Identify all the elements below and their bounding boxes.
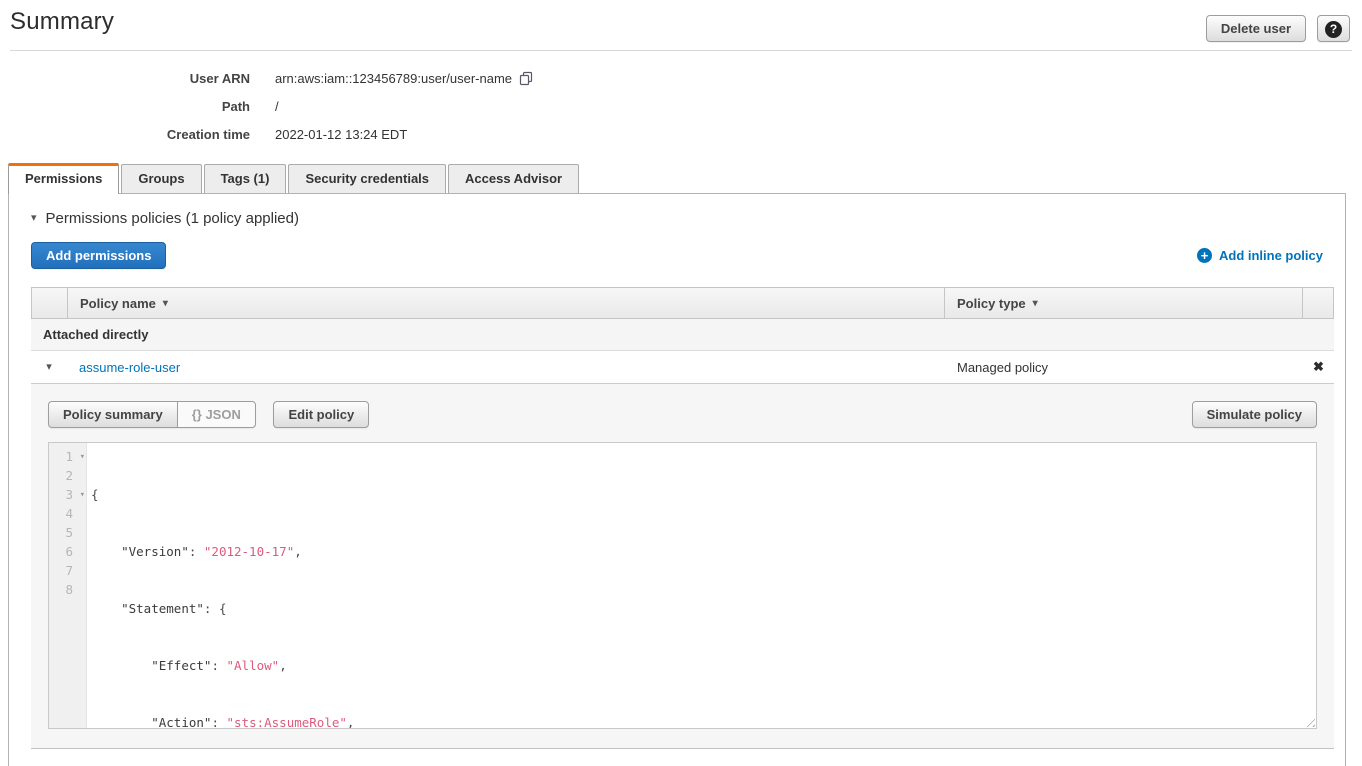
- tab-groups[interactable]: Groups: [121, 164, 201, 193]
- policy-table-row: ▾ assume-role-user Managed policy ✖: [31, 351, 1334, 383]
- remove-policy-button[interactable]: ✖: [1303, 351, 1334, 383]
- section-title: Permissions policies (1 policy applied): [46, 210, 299, 227]
- creation-time-label: Creation time: [0, 127, 250, 142]
- editor-code-area[interactable]: { "Version": "2012-10-17", "Statement": …: [87, 443, 1316, 728]
- plus-icon: +: [1197, 248, 1212, 263]
- add-permissions-button[interactable]: Add permissions: [31, 242, 166, 269]
- fold-caret-icon[interactable]: ▾: [80, 448, 85, 467]
- sort-caret-icon: ▾: [163, 298, 168, 309]
- add-inline-policy-link[interactable]: + Add inline policy: [1197, 248, 1323, 263]
- tab-security-credentials[interactable]: Security credentials: [288, 164, 446, 193]
- policy-detail-panel: Policy summary {} JSON Edit policy Simul…: [31, 383, 1334, 749]
- edit-policy-button[interactable]: Edit policy: [273, 401, 369, 428]
- delete-user-button[interactable]: Delete user: [1206, 15, 1306, 42]
- sort-caret-icon: ▾: [1033, 298, 1038, 309]
- user-info: User ARN arn:aws:iam::123456789:user/use…: [0, 64, 1362, 148]
- permissions-toolbar: Add permissions + Add inline policy: [9, 242, 1345, 269]
- user-arn-value: arn:aws:iam::123456789:user/user-name: [275, 71, 512, 86]
- info-row-path: Path /: [0, 92, 1362, 120]
- policy-type-header[interactable]: Policy type ▾: [944, 288, 1302, 318]
- help-button[interactable]: ?: [1317, 15, 1350, 42]
- help-icon: ?: [1325, 21, 1342, 38]
- policy-type-cell: Managed policy: [945, 351, 1303, 383]
- table-header-row: Policy name ▾ Policy type ▾: [31, 287, 1334, 319]
- code-line: {: [91, 485, 1316, 504]
- permissions-panel: ▾ Permissions policies (1 policy applied…: [8, 194, 1346, 766]
- row-expander[interactable]: ▾: [31, 351, 67, 383]
- tabstrip: Permissions Groups Tags (1) Security cre…: [8, 163, 1346, 194]
- tab-permissions[interactable]: Permissions: [8, 163, 119, 194]
- page-title: Summary: [10, 8, 114, 36]
- info-row-creation-time: Creation time 2022-01-12 13:24 EDT: [0, 120, 1362, 148]
- remove-header-cell: [1302, 288, 1333, 318]
- editor-gutter: 1▾ 2 3▾ 4 5 6 7 8: [49, 443, 87, 728]
- code-line: "Statement": {: [91, 599, 1316, 618]
- path-label: Path: [0, 99, 250, 114]
- policy-detail-toolbar: Policy summary {} JSON Edit policy Simul…: [48, 401, 1317, 428]
- code-line: "Action": "sts:AssumeRole",: [91, 713, 1316, 729]
- policy-summary-button[interactable]: Policy summary: [48, 401, 177, 428]
- group-row-attached-directly: Attached directly: [31, 319, 1334, 351]
- info-row-user-arn: User ARN arn:aws:iam::123456789:user/use…: [0, 64, 1362, 92]
- user-arn-label: User ARN: [0, 71, 250, 86]
- creation-time-value: 2022-01-12 13:24 EDT: [275, 127, 407, 142]
- fold-caret-icon[interactable]: ▾: [80, 486, 85, 505]
- policies-table: Policy name ▾ Policy type ▾ Attached dir…: [31, 287, 1334, 749]
- section-caret-icon: ▾: [31, 213, 37, 224]
- code-line: "Effect": "Allow",: [91, 656, 1316, 675]
- header-divider: [10, 50, 1352, 51]
- json-button[interactable]: {} JSON: [177, 401, 256, 428]
- expander-header-cell: [32, 288, 68, 318]
- tab-tags[interactable]: Tags (1): [204, 164, 287, 193]
- permissions-policies-section-toggle[interactable]: ▾ Permissions policies (1 policy applied…: [9, 194, 1345, 227]
- policy-name-link[interactable]: assume-role-user: [79, 360, 180, 375]
- simulate-policy-button[interactable]: Simulate policy: [1192, 401, 1317, 428]
- tab-access-advisor[interactable]: Access Advisor: [448, 164, 579, 193]
- copy-icon[interactable]: [519, 71, 534, 86]
- path-value: /: [275, 99, 279, 114]
- page-header: Summary Delete user ?: [0, 0, 1362, 42]
- policy-name-header[interactable]: Policy name ▾: [68, 296, 944, 311]
- json-code-editor[interactable]: 1▾ 2 3▾ 4 5 6 7 8 { "Version": "2012-10-…: [48, 442, 1317, 729]
- row-caret-icon: ▾: [46, 362, 52, 373]
- tab-content-wrapper: Permissions Groups Tags (1) Security cre…: [8, 163, 1346, 766]
- code-line: "Version": "2012-10-17",: [91, 542, 1316, 561]
- header-actions: Delete user ?: [1206, 15, 1350, 42]
